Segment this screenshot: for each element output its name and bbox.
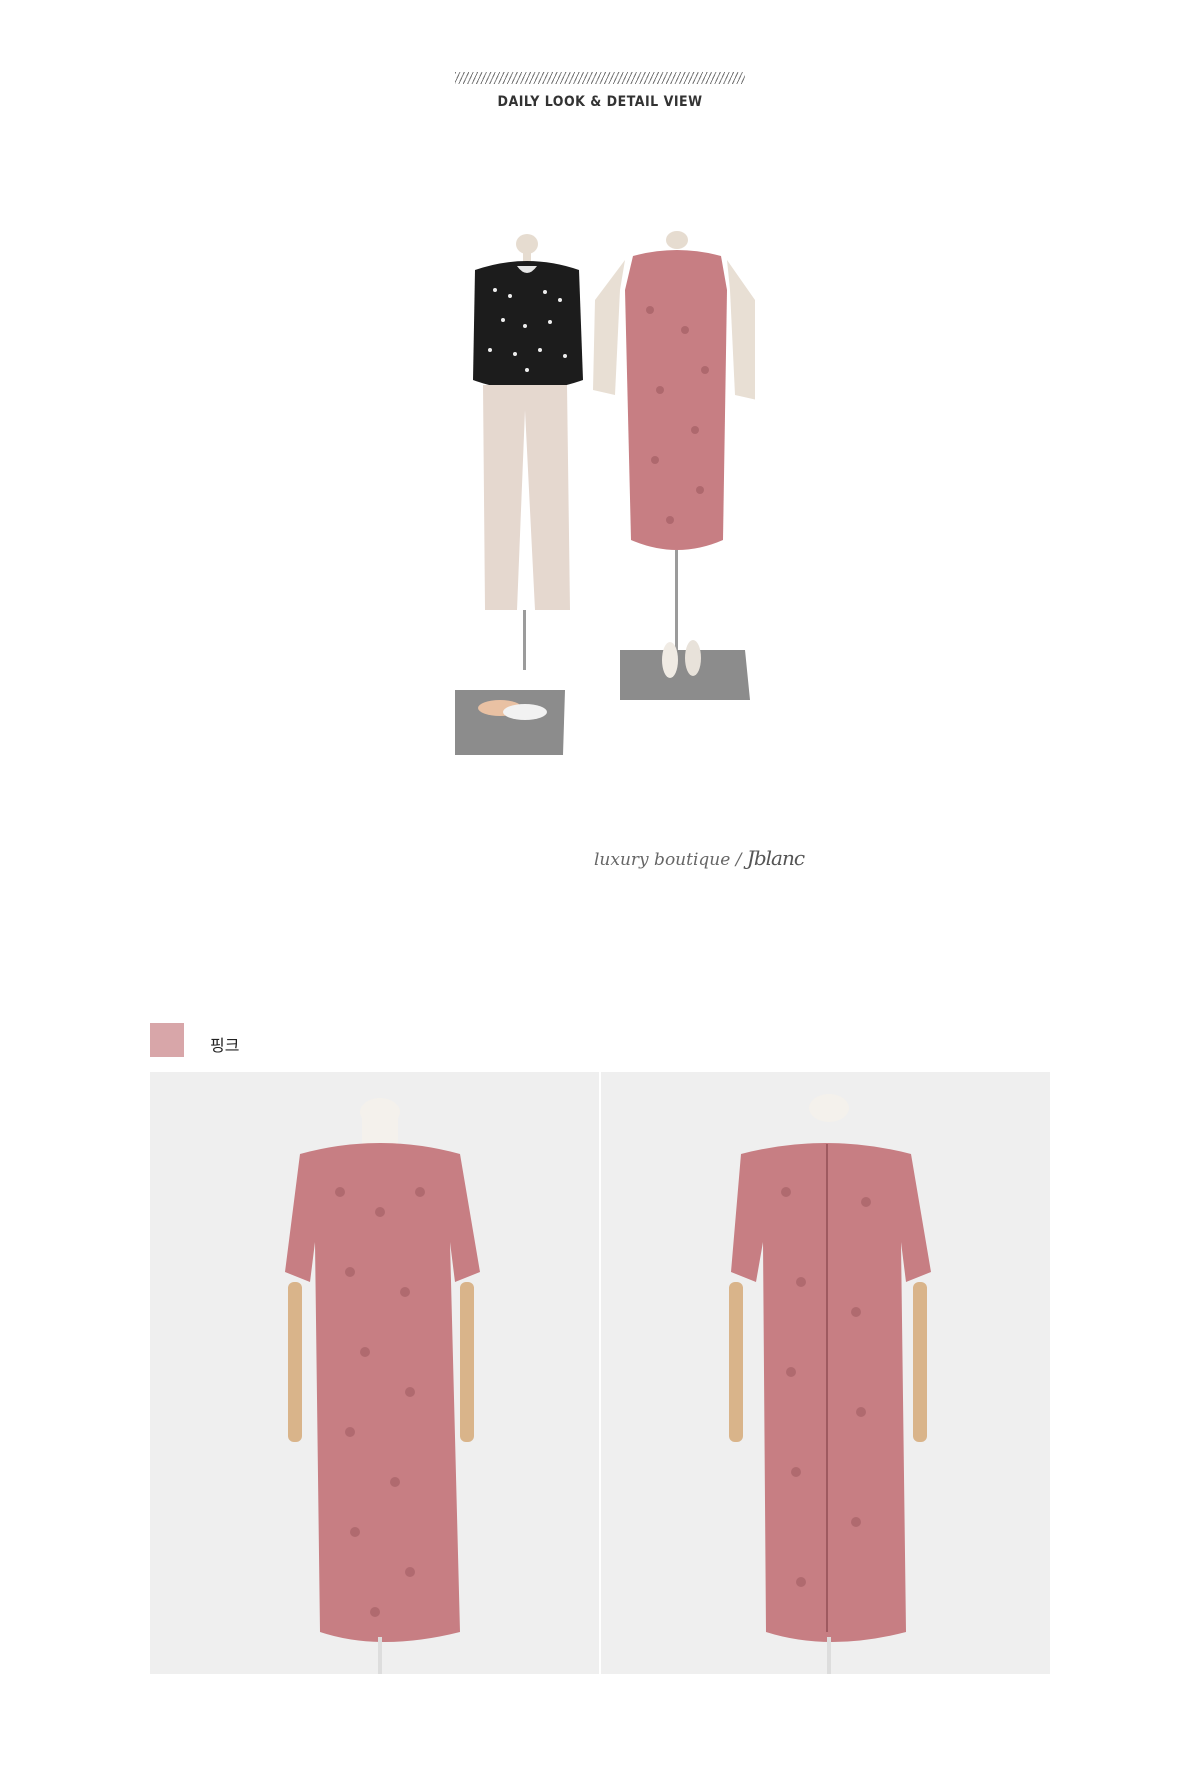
color-swatch — [150, 1023, 184, 1057]
brand-script-logo: Jblanc — [746, 846, 805, 870]
dress-front-image — [150, 1072, 599, 1674]
styled-mannequins-image — [453, 230, 757, 770]
dress-back-image — [601, 1072, 1050, 1674]
brand-signature: luxury boutique / Jblanc — [594, 846, 805, 870]
signature-separator: / — [735, 850, 742, 870]
right-mannequin — [593, 231, 757, 700]
signature-text: luxury boutique — [594, 850, 731, 870]
section-title: DAILY LOOK & DETAIL VIEW — [497, 94, 703, 110]
decorative-hatch-line — [455, 72, 745, 84]
color-name-label: 핑크 — [210, 1038, 240, 1055]
left-mannequin — [453, 234, 583, 755]
